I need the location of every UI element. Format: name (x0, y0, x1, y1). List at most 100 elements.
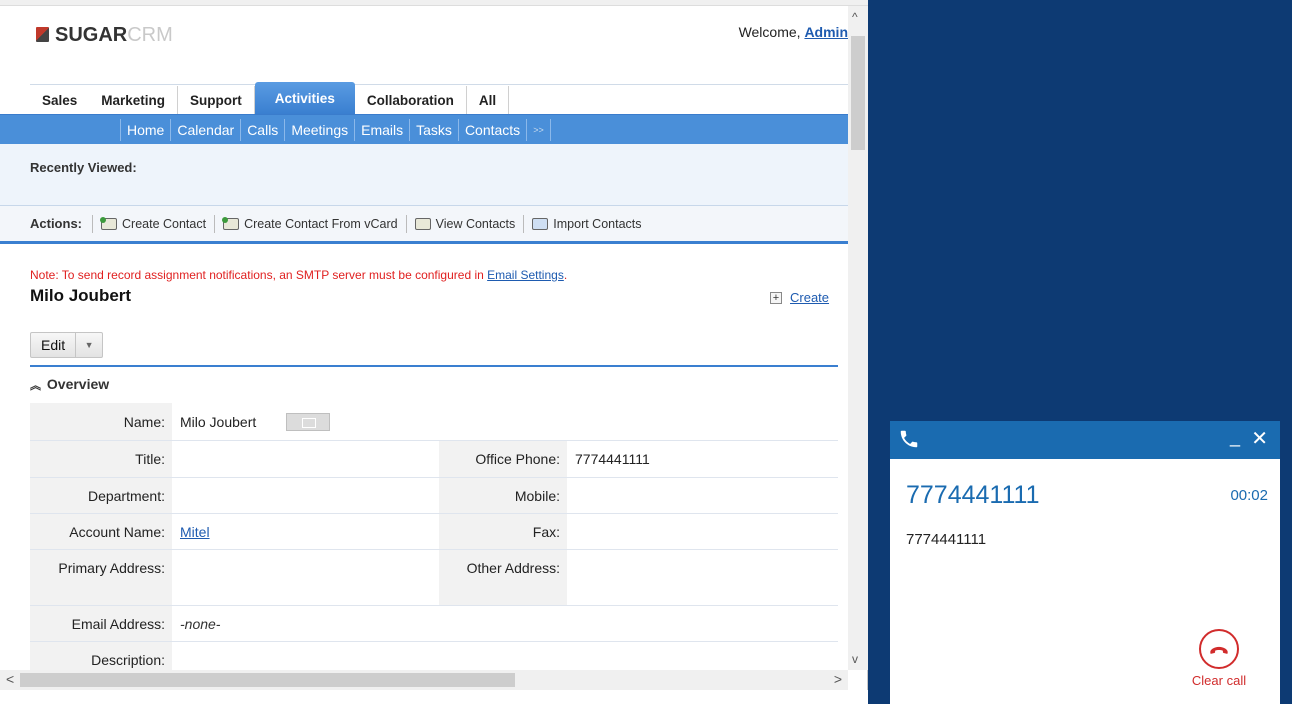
name-label: Name: (30, 403, 172, 440)
description-label: Description: (30, 642, 172, 670)
module-tabs: Sales Marketing Support Activities Colla… (30, 82, 848, 114)
phone-icon (900, 430, 918, 448)
browser-window: SUGARCRM Welcome, Admin Sales Marketing … (0, 0, 868, 704)
office-phone-label: Office Phone: (439, 441, 567, 477)
call-timer: 00:02 (1230, 487, 1268, 504)
hangup-icon (1199, 629, 1239, 669)
subtab-calendar[interactable]: Calendar (170, 118, 240, 141)
welcome-text: Welcome, Admin (739, 24, 848, 40)
account-name-value-cell: Mitel (172, 514, 439, 549)
table-row: Account Name: Mitel Fax: (30, 514, 838, 550)
import-icon (532, 217, 549, 230)
name-value-cell: Milo Joubert (172, 403, 838, 440)
create-link-label: Create (790, 290, 830, 305)
clear-call-label: Clear call (1191, 673, 1247, 688)
recently-viewed-bar: Recently Viewed: (0, 144, 848, 206)
scroll-down-icon[interactable]: v (852, 652, 858, 666)
browser-bottom-edge (0, 690, 868, 704)
collapse-chevron-icon: ︽ (30, 380, 41, 392)
tab-collaboration[interactable]: Collaboration (355, 86, 467, 114)
call-popup: _ ✕ 7774441111 00:02 7774441111 Clear ca… (890, 421, 1280, 704)
email-settings-link[interactable]: Email Settings (487, 268, 564, 282)
email-address-label: Email Address: (30, 606, 172, 641)
description-value (172, 642, 838, 670)
logo-text-bold: SUGAR (55, 24, 128, 46)
office-phone-value[interactable]: 7774441111 (567, 441, 838, 477)
fax-value (567, 514, 838, 549)
subtab-bar: Home Calendar Calls Meetings Emails Task… (0, 114, 848, 144)
view-contacts-label: View Contacts (435, 216, 516, 231)
mobile-value (567, 478, 838, 513)
account-name-label: Account Name: (30, 514, 172, 549)
table-row: Description: (30, 642, 838, 670)
vcard-icon[interactable] (286, 412, 331, 431)
caller-id: 7774441111 (906, 531, 987, 548)
fax-label: Fax: (439, 514, 567, 549)
mobile-label: Mobile: (439, 478, 567, 513)
smtp-note-end: . (563, 268, 568, 282)
recently-viewed-label: Recently Viewed: (30, 160, 137, 175)
tab-sales[interactable]: Sales (30, 86, 89, 114)
welcome-prefix: Welcome, (738, 24, 805, 40)
edit-button[interactable]: Edit (31, 333, 77, 357)
table-row: Primary Address: Other Address: (30, 550, 838, 606)
horizontal-scroll-thumb[interactable] (20, 673, 515, 687)
create-contact-action[interactable]: Create Contact (92, 214, 214, 233)
subtab-emails[interactable]: Emails (354, 118, 409, 141)
subtab-home[interactable]: Home (120, 118, 170, 141)
table-row: Title: Office Phone: 7774441111 (30, 441, 838, 478)
primary-address-value (172, 550, 439, 605)
smtp-note: Note: To send record assignment notifica… (30, 268, 567, 282)
subtab-separator (549, 118, 551, 141)
name-value: Milo Joubert (180, 413, 257, 430)
create-contact-vcard-label: Create Contact From vCard (244, 216, 398, 231)
create-contact-label: Create Contact (122, 216, 207, 231)
scroll-left-icon[interactable]: < (6, 671, 14, 687)
account-name-link[interactable]: Mitel (180, 524, 210, 540)
edit-button-group: Edit ▼ (30, 332, 104, 358)
tab-marketing[interactable]: Marketing (89, 86, 179, 114)
actions-label: Actions: (30, 216, 82, 231)
table-row: Email Address: -none- (30, 606, 838, 642)
edit-dropdown-chevron-icon[interactable]: ▼ (76, 333, 102, 357)
horizontal-scrollbar[interactable]: < > (0, 670, 848, 690)
create-link[interactable]: + Create (770, 290, 829, 305)
tab-support[interactable]: Support (178, 86, 255, 114)
vertical-scroll-thumb[interactable] (851, 36, 865, 150)
subtab-meetings[interactable]: Meetings (284, 118, 354, 141)
tab-activities[interactable]: Activities (254, 82, 355, 114)
primary-address-label: Primary Address: (30, 550, 172, 605)
call-popup-titlebar: _ ✕ (890, 421, 1280, 459)
scroll-up-icon[interactable]: ^ (852, 10, 858, 24)
divider (30, 365, 838, 367)
subtab-tasks[interactable]: Tasks (409, 118, 458, 141)
subtab-calls[interactable]: Calls (240, 118, 284, 141)
scroll-right-icon[interactable]: > (834, 671, 842, 687)
welcome-user-link[interactable]: Admin (804, 24, 848, 40)
title-label: Title: (30, 441, 172, 477)
create-contact-icon (100, 216, 117, 230)
vertical-scrollbar[interactable]: ^ v (848, 6, 868, 670)
table-row: Name: Milo Joubert (30, 403, 838, 441)
table-row: Department: Mobile: (30, 478, 838, 514)
create-contact-vcard-action[interactable]: Create Contact From vCard (214, 214, 406, 233)
import-contacts-action[interactable]: Import Contacts (523, 214, 649, 233)
other-address-label: Other Address: (439, 550, 567, 605)
smtp-note-text: Note: To send record assignment notifica… (30, 268, 488, 282)
minimize-icon[interactable]: _ (1230, 427, 1240, 448)
close-icon[interactable]: ✕ (1251, 426, 1268, 451)
import-contacts-label: Import Contacts (553, 216, 642, 231)
tab-all[interactable]: All (467, 86, 510, 114)
department-value (172, 478, 439, 513)
list-icon (414, 217, 431, 230)
clear-call-button[interactable]: Clear call (1184, 629, 1254, 688)
subtab-more[interactable]: >> (526, 118, 550, 141)
logo-text-light: CRM (127, 24, 173, 46)
detail-table: Name: Milo Joubert Title: Office Phone: … (30, 403, 838, 670)
sugarcrm-page: SUGARCRM Welcome, Admin Sales Marketing … (0, 6, 848, 670)
overview-section-toggle[interactable]: ︽ Overview (30, 376, 109, 393)
sugarcrm-logo[interactable]: SUGARCRM (36, 24, 173, 47)
view-contacts-action[interactable]: View Contacts (405, 214, 524, 233)
subtab-contacts[interactable]: Contacts (457, 118, 526, 141)
title-value (172, 441, 439, 477)
